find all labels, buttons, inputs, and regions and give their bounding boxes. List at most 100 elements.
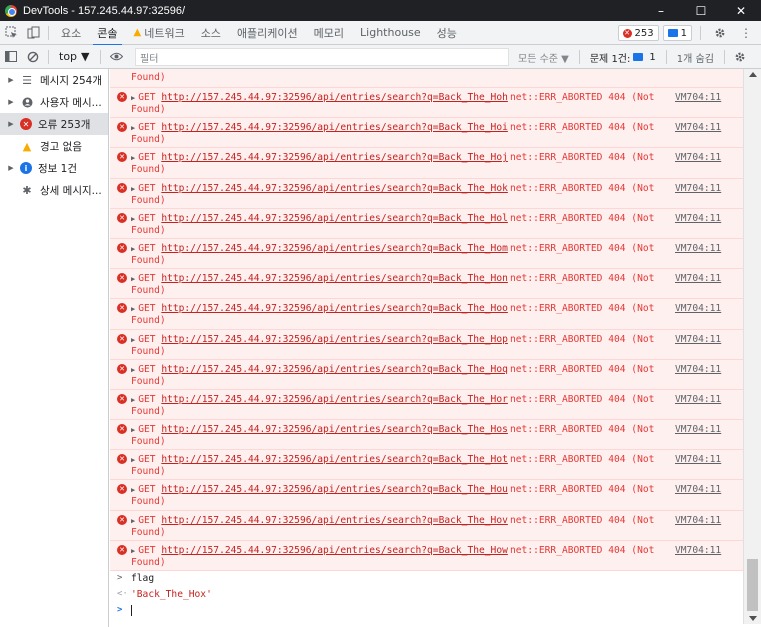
sidebar-item-user-messages[interactable]: ▶ 사용자 메시...	[0, 91, 108, 113]
tab-sources[interactable]: 소스	[193, 21, 229, 45]
message-count-badge[interactable]: 1	[662, 25, 692, 41]
log-url-link[interactable]: http://157.245.44.97:32596/api/entries/s…	[161, 515, 508, 526]
expand-arrow-icon[interactable]: ▶	[131, 305, 135, 313]
sidebar-item-messages[interactable]: ▶ ☰ 메시지 254개	[0, 69, 108, 91]
live-expression-eye-icon[interactable]	[105, 45, 128, 69]
log-url-link[interactable]: http://157.245.44.97:32596/api/entries/s…	[161, 273, 508, 284]
log-url-link[interactable]: http://157.245.44.97:32596/api/entries/s…	[161, 545, 508, 556]
console-output[interactable]: Found) ✕ ▶ GET http://157.245.44.97:32596/…	[110, 69, 743, 624]
settings-gear-icon[interactable]	[709, 21, 731, 45]
sidebar-item-verbose[interactable]: ✱ 상세 메시지...	[0, 179, 108, 201]
more-options-icon[interactable]: ⋮	[735, 21, 757, 45]
log-url-link[interactable]: http://157.245.44.97:32596/api/entries/s…	[161, 303, 508, 314]
log-message-tail: Found)	[131, 104, 166, 115]
log-source-link[interactable]: VM704:11	[675, 364, 721, 375]
log-source-link[interactable]: VM704:11	[675, 334, 721, 345]
expand-arrow-icon[interactable]: ▶	[131, 245, 135, 253]
error-count-badge[interactable]: ✕ 253	[617, 25, 659, 41]
expand-arrow-icon[interactable]: ▶	[131, 517, 135, 525]
sidebar-item-info[interactable]: ▶ i 정보 1건	[0, 157, 108, 179]
tab-network[interactable]: ▲ 네트워크	[126, 21, 193, 45]
expand-arrow-icon[interactable]: ▶	[131, 215, 135, 223]
expand-arrow-icon[interactable]: ▶	[5, 98, 17, 106]
filter-placeholder: 필터	[140, 53, 159, 65]
expand-arrow-icon[interactable]: ▶	[5, 76, 17, 84]
close-button[interactable]: ✕	[721, 0, 761, 21]
filter-input[interactable]: 필터	[135, 48, 509, 66]
log-source-link[interactable]: VM704:11	[675, 303, 721, 314]
issues-button[interactable]: 문제 1건: 1	[584, 50, 662, 65]
tab-performance[interactable]: 성능	[429, 21, 465, 45]
sidebar-item-errors[interactable]: ▶ ✕ 오류 253개	[0, 113, 108, 135]
log-message-tail: Found)	[131, 375, 166, 387]
log-source-link[interactable]: VM704:11	[675, 273, 721, 284]
sidebar-item-warnings[interactable]: ▲ 경고 없음	[0, 135, 108, 157]
expand-arrow-icon[interactable]: ▶	[131, 154, 135, 162]
expand-arrow-icon[interactable]: ▶	[131, 124, 135, 132]
log-url-link[interactable]: http://157.245.44.97:32596/api/entries/s…	[161, 364, 508, 375]
scrollbar-thumb[interactable]	[747, 559, 758, 611]
expand-arrow-icon[interactable]: ▶	[131, 426, 135, 434]
log-url-link[interactable]: http://157.245.44.97:32596/api/entries/s…	[161, 454, 508, 465]
log-error-text: net::ERR_ABORTED 404 (Not	[510, 92, 655, 103]
inspect-element-icon[interactable]	[0, 21, 22, 45]
expand-arrow-icon[interactable]: ▶	[5, 120, 17, 128]
log-source-link[interactable]: VM704:11	[675, 424, 721, 435]
maximize-button[interactable]: ☐	[681, 0, 721, 21]
tab-memory[interactable]: 메모리	[306, 21, 352, 45]
log-method: GET	[138, 544, 156, 556]
sidebar-item-label: 메시지 254개	[40, 74, 103, 87]
log-url-link[interactable]: http://157.245.44.97:32596/api/entries/s…	[161, 334, 508, 345]
device-toolbar-icon[interactable]	[22, 21, 44, 45]
expand-arrow-icon[interactable]: ▶	[131, 486, 135, 494]
log-levels-dropdown[interactable]: 모든 수준 ▼	[512, 50, 575, 65]
log-source-link[interactable]: VM704:11	[675, 122, 721, 133]
expand-arrow-icon[interactable]: ▶	[131, 366, 135, 374]
log-source-link[interactable]: VM704:11	[675, 243, 721, 254]
log-request-line: ▶ GET http://157.245.44.97:32596/api/entr…	[131, 92, 508, 103]
tab-lighthouse[interactable]: Lighthouse	[352, 21, 429, 45]
prompt-input[interactable]	[131, 605, 132, 617]
window-title: DevTools - 157.245.44.97:32596/	[23, 4, 186, 17]
log-url-link[interactable]: http://157.245.44.97:32596/api/entries/s…	[161, 394, 508, 405]
log-url-link[interactable]: http://157.245.44.97:32596/api/entries/s…	[161, 122, 508, 133]
log-source-link[interactable]: VM704:11	[675, 545, 721, 556]
context-selector[interactable]: top ▼	[53, 45, 96, 69]
log-source-link[interactable]: VM704:11	[675, 213, 721, 224]
log-url-link[interactable]: http://157.245.44.97:32596/api/entries/s…	[161, 92, 508, 103]
console-prompt[interactable]: >	[110, 603, 743, 619]
log-source-link[interactable]: VM704:11	[675, 152, 721, 163]
expand-arrow-icon[interactable]: ▶	[131, 396, 135, 404]
log-url-link[interactable]: http://157.245.44.97:32596/api/entries/s…	[161, 243, 508, 254]
log-url-link[interactable]: http://157.245.44.97:32596/api/entries/s…	[161, 424, 508, 435]
tab-application[interactable]: 애플리케이션	[229, 21, 306, 45]
log-source-link[interactable]: VM704:11	[675, 183, 721, 194]
expand-arrow-icon[interactable]: ▶	[131, 336, 135, 344]
log-source-link[interactable]: VM704:11	[675, 394, 721, 405]
log-source-link[interactable]: VM704:11	[675, 484, 721, 495]
console-settings-gear-icon[interactable]	[729, 45, 751, 69]
log-url-link[interactable]: http://157.245.44.97:32596/api/entries/s…	[161, 152, 508, 163]
log-request-line: ▶ GET http://157.245.44.97:32596/api/entr…	[131, 334, 508, 345]
repl-result-text[interactable]: 'Back_The_Hox'	[131, 589, 212, 600]
scroll-up-arrow-icon[interactable]	[749, 72, 757, 77]
log-url-link[interactable]: http://157.245.44.97:32596/api/entries/s…	[161, 213, 508, 224]
expand-arrow-icon[interactable]: ▶	[131, 185, 135, 193]
scroll-down-arrow-icon[interactable]	[749, 616, 757, 621]
show-sidebar-icon[interactable]	[0, 45, 22, 69]
expand-arrow-icon[interactable]: ▶	[131, 275, 135, 283]
log-url-link[interactable]: http://157.245.44.97:32596/api/entries/s…	[161, 183, 508, 194]
expand-arrow-icon[interactable]: ▶	[131, 456, 135, 464]
log-source-link[interactable]: VM704:11	[675, 515, 721, 526]
tab-console[interactable]: 콘솔	[89, 21, 125, 46]
console-scrollbar[interactable]	[743, 69, 761, 624]
log-source-link[interactable]: VM704:11	[675, 454, 721, 465]
minimize-button[interactable]: –	[641, 0, 681, 21]
tab-elements[interactable]: 요소	[53, 21, 89, 45]
expand-arrow-icon[interactable]: ▶	[131, 547, 135, 555]
expand-arrow-icon[interactable]: ▶	[131, 94, 135, 102]
expand-arrow-icon[interactable]: ▶	[5, 164, 17, 172]
log-url-link[interactable]: http://157.245.44.97:32596/api/entries/s…	[161, 484, 508, 495]
log-source-link[interactable]: VM704:11	[675, 92, 721, 103]
clear-console-icon[interactable]	[22, 45, 44, 69]
